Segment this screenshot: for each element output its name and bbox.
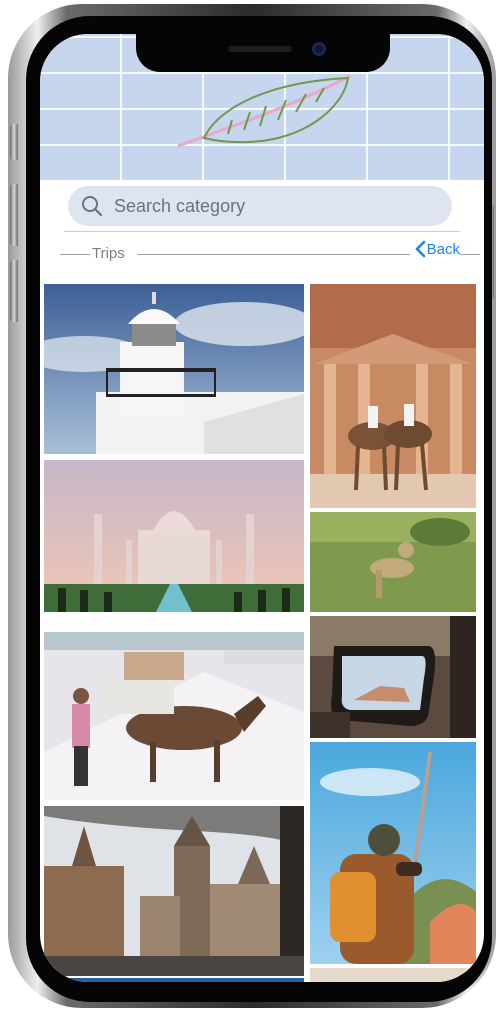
volume-down-button bbox=[10, 260, 18, 322]
photo-petra-camels[interactable] bbox=[310, 284, 476, 508]
photo-lighthouse[interactable] bbox=[44, 284, 304, 454]
app-screen: Search category Trips Back bbox=[40, 34, 484, 982]
volume-up-button bbox=[10, 184, 18, 246]
photo-taj-mahal[interactable] bbox=[44, 460, 304, 612]
taj-mahal-image bbox=[44, 460, 304, 612]
section-title: Trips bbox=[92, 245, 125, 262]
notch bbox=[136, 34, 390, 72]
photo-partial[interactable] bbox=[44, 978, 304, 982]
photo-hiker-backpack[interactable] bbox=[310, 742, 476, 964]
mute-switch bbox=[10, 124, 18, 160]
divider bbox=[64, 231, 460, 232]
photo-partial[interactable] bbox=[310, 968, 476, 982]
chevron-left-icon bbox=[415, 240, 425, 258]
lighthouse-image bbox=[44, 284, 304, 454]
photo-car-mirror[interactable] bbox=[310, 616, 476, 738]
photo-pack-horse[interactable] bbox=[44, 632, 304, 800]
hiker-backpack-image bbox=[310, 742, 476, 964]
pack-horse-image bbox=[44, 632, 304, 800]
back-label: Back bbox=[426, 240, 460, 258]
speaker-grill bbox=[228, 46, 292, 52]
back-button[interactable]: Back bbox=[409, 240, 460, 258]
cheetah-grass-image bbox=[310, 512, 476, 612]
photo-gothic-city[interactable] bbox=[44, 806, 304, 976]
divider bbox=[60, 254, 90, 255]
photo-cheetah-grass[interactable] bbox=[310, 512, 476, 612]
feather-icon bbox=[177, 74, 351, 148]
search-input[interactable]: Search category bbox=[68, 186, 452, 226]
gothic-city-image bbox=[44, 806, 304, 976]
section-header: Trips Back bbox=[40, 236, 484, 268]
car-mirror-image bbox=[310, 616, 476, 738]
petra-camels-image bbox=[310, 284, 476, 508]
search-placeholder: Search category bbox=[114, 195, 246, 216]
front-camera bbox=[312, 42, 326, 56]
search-icon bbox=[82, 196, 103, 217]
